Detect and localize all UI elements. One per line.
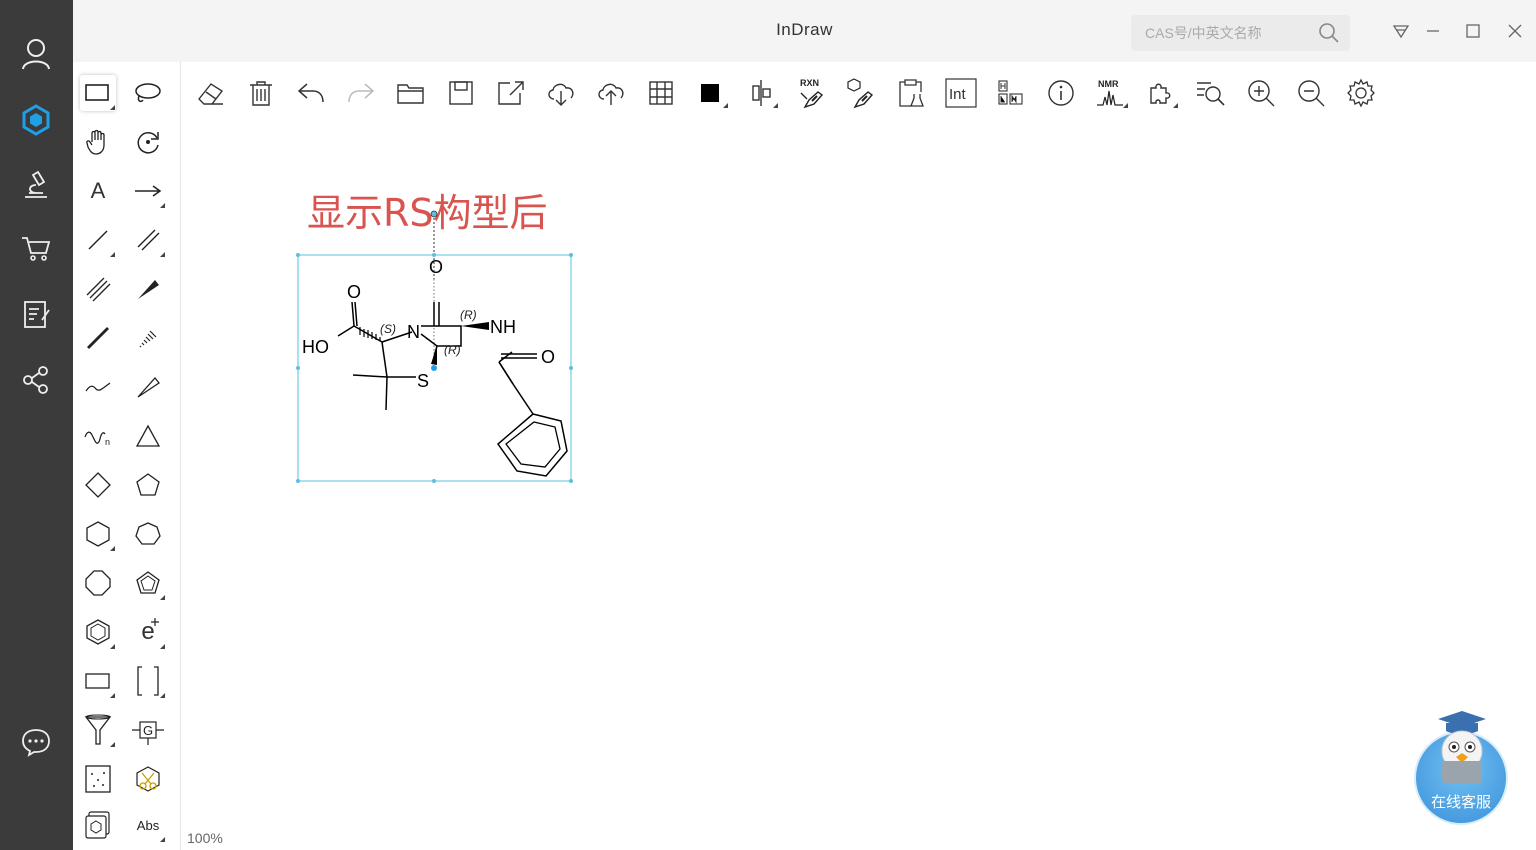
int-label: Int [949,86,967,103]
left-rail [0,0,73,850]
hln-label-icon[interactable] [994,76,1028,110]
info-icon[interactable] [1044,76,1078,110]
search-input[interactable] [1145,23,1305,43]
rect-select-tool[interactable] [80,75,116,111]
structure-clean-icon[interactable] [844,76,878,110]
hexagon-ring-tool[interactable] [80,516,116,552]
clipboard-flask-icon[interactable] [894,76,928,110]
puzzle-plugin-icon[interactable] [1144,76,1178,110]
charge-tool[interactable]: e [130,614,166,650]
heptagon-ring-tool[interactable] [130,516,166,552]
pentagon-ring-tool[interactable] [130,467,166,503]
atom-O-amide[interactable]: O [541,347,555,367]
zoom-out-icon[interactable] [1294,76,1328,110]
title-bar: InDraw [73,0,1536,62]
molecule-structure[interactable]: O O HO N NH O S (S) (R) (R) [291,204,581,490]
owl-mascot-icon [1438,711,1486,783]
triple-bond-tool[interactable] [80,271,116,307]
online-service-label: 在线客服 [1430,793,1491,811]
rotate-handle[interactable] [430,210,438,218]
square-ring-tool[interactable] [80,467,116,503]
color-picker-icon[interactable] [694,76,728,110]
bold-bond-tool[interactable] [80,320,116,356]
microscope-icon[interactable] [16,164,56,204]
notes-icon[interactable] [16,294,56,334]
benzene-ring-tool[interactable] [80,614,116,650]
stereo-label-r1: (R) [460,308,477,322]
template-group-label: G [143,723,153,738]
hollow-wedge-tool[interactable] [130,369,166,405]
search-icon[interactable] [1318,22,1340,44]
network-icon[interactable] [16,360,56,400]
arrow-tool[interactable] [130,173,166,209]
nmr-icon[interactable]: NMR [1094,76,1128,110]
search-list-icon[interactable] [1194,76,1228,110]
hashed-bond-tool[interactable] [130,320,166,356]
text-tool[interactable]: A [80,173,116,209]
main-toolbar: RXN Int NMR [181,62,1536,124]
minimize-icon[interactable] [1424,22,1442,40]
pan-hand-icon[interactable] [80,124,116,160]
redo-icon[interactable] [344,76,378,110]
eraser-icon[interactable] [194,76,228,110]
stereo-label-r2: (R) [444,343,461,357]
user-icon[interactable] [16,34,56,74]
zoom-in-icon[interactable] [1244,76,1278,110]
rotate-icon[interactable] [130,124,166,160]
delete-trash-icon[interactable] [244,76,278,110]
drawing-canvas[interactable]: 显示RS构型后 O O HO N NH O S (S) (R) (R) 100%… [181,124,1536,850]
atom-S[interactable]: S [417,371,429,391]
close-icon[interactable] [1506,22,1524,40]
wedge-bond-tool[interactable] [130,271,166,307]
tool-palette: A n e G Abs [73,62,181,850]
double-bond-tool[interactable] [130,222,166,258]
bracket-tool[interactable] [130,663,166,699]
search-box [1131,15,1350,51]
chat-icon[interactable] [16,722,56,762]
octagon-ring-tool[interactable] [80,565,116,601]
dropdown-menu-icon[interactable] [1392,22,1410,40]
abs-stereo-tool[interactable]: Abs [130,807,166,843]
atom-NH[interactable]: NH [490,317,516,337]
indraw-app: InDraw CAS号/中英文名称 A n e G Abs RXN Int NM… [0,0,1536,850]
ring-fusion-tool[interactable] [80,807,116,843]
int-icon[interactable]: Int [944,76,978,110]
chain-tool[interactable]: n [80,418,116,454]
undo-icon[interactable] [294,76,328,110]
zoom-level: 100% [187,830,223,846]
grid-icon[interactable] [644,76,678,110]
settings-gear-icon[interactable] [1344,76,1378,110]
export-icon[interactable] [494,76,528,110]
rectangle-shape-tool[interactable] [80,663,116,699]
reaction-clean-icon[interactable]: RXN [794,76,828,110]
cloud-download-icon[interactable] [544,76,578,110]
cart-icon[interactable] [16,228,56,268]
wavy-bond-tool[interactable] [80,369,116,405]
save-icon[interactable] [444,76,478,110]
cloud-upload-icon[interactable] [594,76,628,110]
structure-draw-icon[interactable] [16,100,56,140]
lasso-select-tool[interactable] [130,75,166,111]
atom-O-top[interactable]: O [429,257,443,277]
scissors-icon[interactable] [130,761,166,797]
funnel-tool[interactable] [80,712,116,748]
atom-HO[interactable]: HO [302,337,329,357]
stereo-label-s: (S) [380,322,396,336]
align-icon[interactable] [744,76,778,110]
open-folder-icon[interactable] [394,76,428,110]
atom-O-carboxyl[interactable]: O [347,282,361,302]
maximize-icon[interactable] [1464,22,1482,40]
rxn-label: RXN [800,78,819,88]
nmr-label: NMR [1098,79,1119,89]
atom-N[interactable]: N [407,322,420,342]
selection-anchor[interactable] [431,365,437,371]
online-service-button[interactable]: 在线客服 [1414,709,1510,825]
svg-text:n: n [105,437,110,447]
dotted-box-tool[interactable] [80,761,116,797]
cyclopentadiene-tool[interactable] [130,565,166,601]
triangle-ring-tool[interactable] [130,418,166,454]
template-group-tool[interactable]: G [130,712,166,748]
single-bond-tool[interactable] [80,222,116,258]
